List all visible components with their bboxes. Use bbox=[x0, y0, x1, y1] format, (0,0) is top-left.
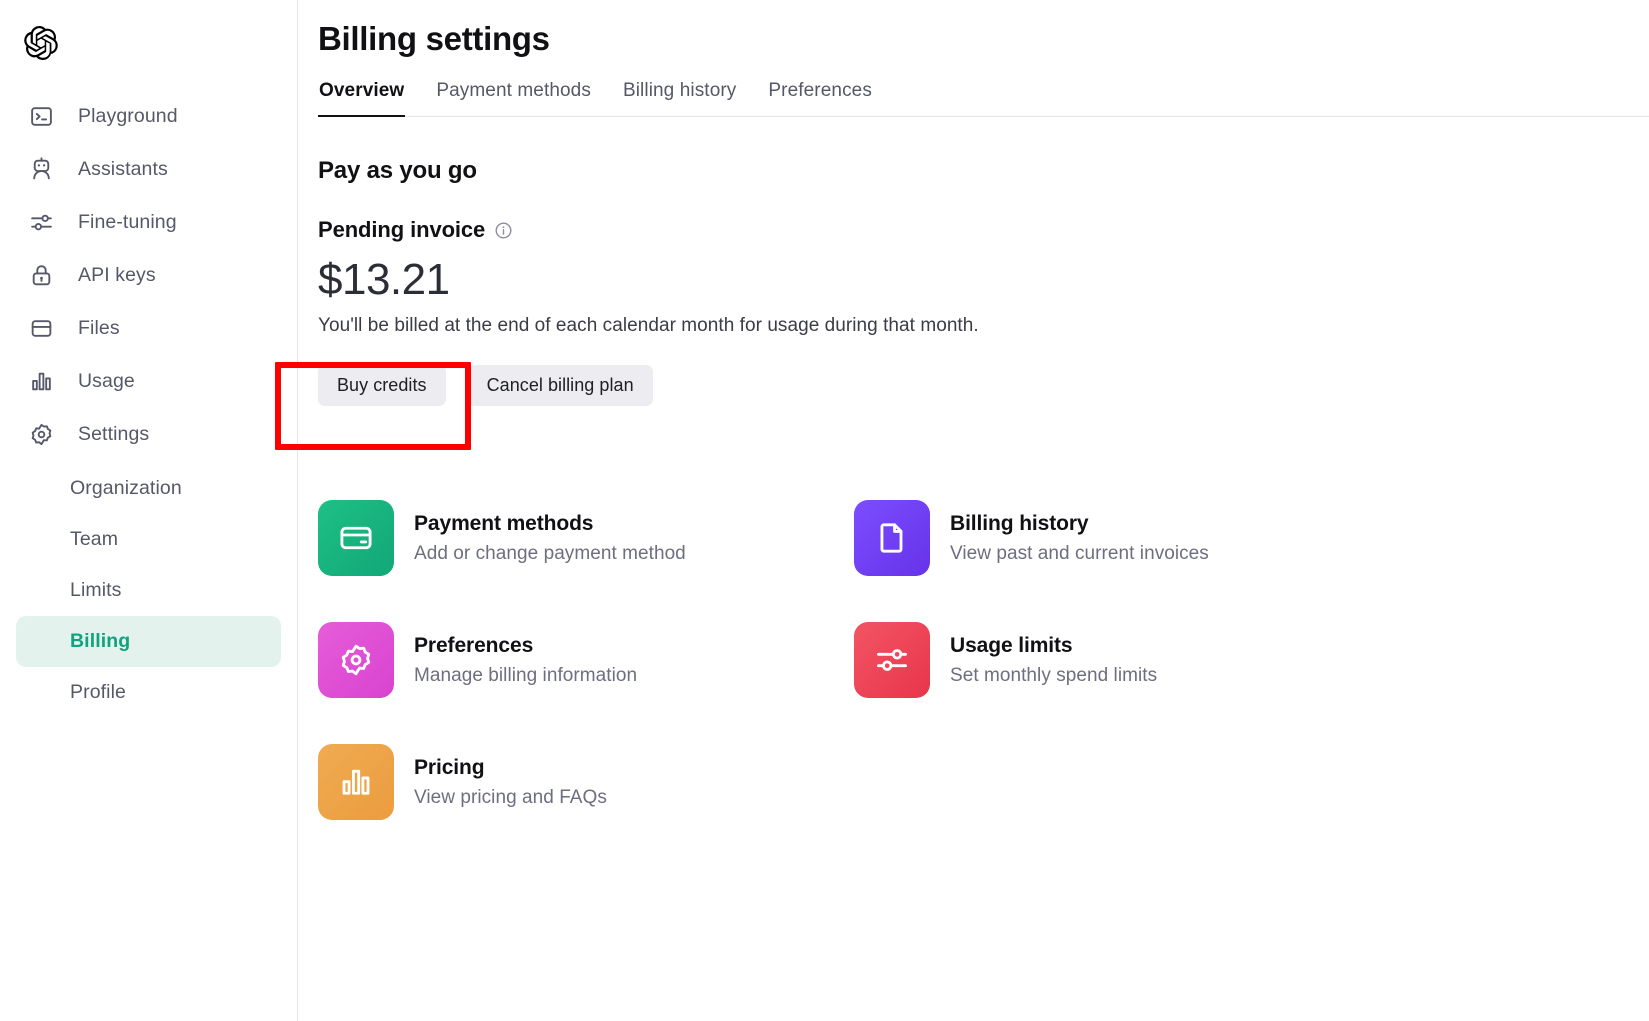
section-title: Pay as you go bbox=[318, 157, 477, 184]
sidebar-item-settings[interactable]: Settings bbox=[16, 408, 281, 461]
info-icon[interactable] bbox=[494, 221, 513, 240]
sidebar-item-label: Assistants bbox=[78, 158, 168, 180]
pending-invoice-amount: $13.21 bbox=[318, 255, 450, 304]
sidebar-item-team[interactable]: Team bbox=[16, 514, 281, 565]
sidebar-item-label: API keys bbox=[78, 264, 156, 286]
sliders-icon bbox=[854, 622, 930, 698]
sidebar-item-label: Limits bbox=[70, 579, 122, 601]
sliders-icon bbox=[24, 210, 58, 235]
main-content: Billing settings Overview Payment method… bbox=[298, 0, 1649, 1021]
card-preferences[interactable]: Preferences Manage billing information bbox=[318, 599, 854, 721]
tab-preferences[interactable]: Preferences bbox=[767, 80, 873, 116]
sidebar-item-api-keys[interactable]: API keys bbox=[16, 249, 281, 302]
sidebar-item-files[interactable]: Files bbox=[16, 302, 281, 355]
gear-icon bbox=[24, 422, 58, 447]
sidebar-item-billing[interactable]: Billing bbox=[16, 616, 281, 667]
document-icon bbox=[854, 500, 930, 576]
app-root: Playground Assistants Fine-tuning API ke… bbox=[0, 0, 1649, 1021]
terminal-icon bbox=[24, 104, 58, 129]
card-subtitle: View past and current invoices bbox=[950, 542, 1209, 564]
sidebar-item-limits[interactable]: Limits bbox=[16, 565, 281, 616]
sidebar-item-label: Billing bbox=[70, 630, 131, 652]
sidebar-item-label: Fine-tuning bbox=[78, 211, 177, 233]
card-title: Preferences bbox=[414, 633, 534, 657]
card-usage-limits[interactable]: Usage limits Set monthly spend limits bbox=[854, 599, 1390, 721]
tab-payment-methods[interactable]: Payment methods bbox=[435, 80, 592, 116]
card-subtitle: Manage billing information bbox=[414, 664, 638, 686]
card-title: Payment methods bbox=[414, 511, 594, 535]
buy-credits-button[interactable]: Buy credits bbox=[318, 365, 446, 406]
secondary-nav: Organization Team Limits Billing Profile bbox=[0, 463, 297, 718]
page-title: Billing settings bbox=[318, 20, 550, 57]
sidebar-item-label: Team bbox=[70, 528, 119, 550]
billing-actions: Buy credits Cancel billing plan bbox=[318, 365, 1649, 406]
card-title: Billing history bbox=[950, 511, 1089, 535]
pending-invoice-label: Pending invoice bbox=[318, 217, 486, 242]
sidebar-item-label: Profile bbox=[70, 681, 126, 703]
sidebar-item-usage[interactable]: Usage bbox=[16, 355, 281, 408]
card-pricing[interactable]: Pricing View pricing and FAQs bbox=[318, 721, 854, 843]
sidebar-item-label: Settings bbox=[78, 423, 150, 445]
billing-links-grid: Payment methods Add or change payment me… bbox=[318, 477, 1649, 843]
folder-icon bbox=[24, 316, 58, 341]
sidebar-item-playground[interactable]: Playground bbox=[16, 90, 281, 143]
card-billing-history[interactable]: Billing history View past and current in… bbox=[854, 477, 1390, 599]
credit-card-icon bbox=[318, 500, 394, 576]
bar-chart-icon bbox=[318, 744, 394, 820]
card-subtitle: Set monthly spend limits bbox=[950, 664, 1158, 686]
sidebar-item-fine-tuning[interactable]: Fine-tuning bbox=[16, 196, 281, 249]
tab-bar: Overview Payment methods Billing history… bbox=[318, 80, 1649, 117]
gear-icon bbox=[318, 622, 394, 698]
sidebar-item-label: Files bbox=[78, 317, 120, 339]
sidebar-item-profile[interactable]: Profile bbox=[16, 667, 281, 718]
billing-note: You'll be billed at the end of each cale… bbox=[318, 315, 979, 336]
sidebar-item-assistants[interactable]: Assistants bbox=[16, 143, 281, 196]
robot-icon bbox=[24, 157, 58, 182]
card-subtitle: Add or change payment method bbox=[414, 542, 686, 564]
bar-chart-icon bbox=[24, 369, 58, 394]
card-payment-methods[interactable]: Payment methods Add or change payment me… bbox=[318, 477, 854, 599]
sidebar-item-organization[interactable]: Organization bbox=[16, 463, 281, 514]
primary-nav: Playground Assistants Fine-tuning API ke… bbox=[0, 90, 297, 461]
tab-billing-history[interactable]: Billing history bbox=[622, 80, 737, 116]
lock-icon bbox=[24, 263, 58, 288]
pending-invoice-header: Pending invoice bbox=[318, 217, 1649, 243]
sidebar-item-label: Organization bbox=[70, 477, 182, 499]
card-title: Usage limits bbox=[950, 633, 1073, 657]
sidebar: Playground Assistants Fine-tuning API ke… bbox=[0, 0, 298, 1021]
card-title: Pricing bbox=[414, 755, 485, 779]
openai-logo[interactable] bbox=[0, 14, 297, 72]
card-subtitle: View pricing and FAQs bbox=[414, 786, 607, 808]
sidebar-item-label: Usage bbox=[78, 370, 135, 392]
cancel-billing-plan-button[interactable]: Cancel billing plan bbox=[467, 365, 653, 406]
sidebar-item-label: Playground bbox=[78, 105, 178, 127]
pay-as-you-go-section: Pay as you go Pending invoice $13.21 You… bbox=[318, 157, 1649, 406]
tab-overview[interactable]: Overview bbox=[318, 80, 406, 117]
